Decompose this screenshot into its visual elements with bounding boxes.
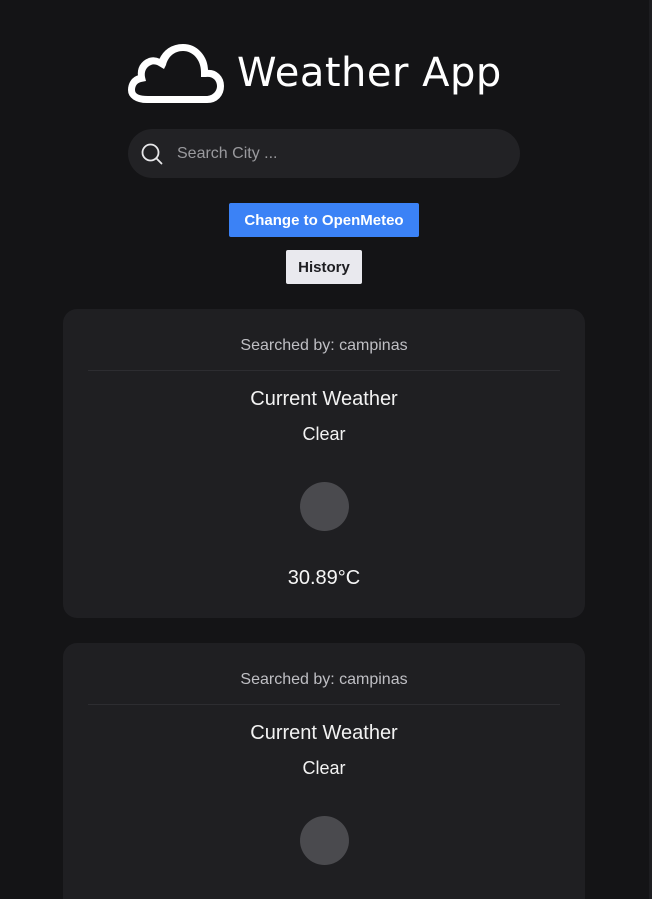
- searched-by-label: Searched by: campinas: [240, 337, 408, 354]
- card-divider: [88, 370, 560, 371]
- cloud-icon: [128, 44, 224, 103]
- weather-condition: Clear: [302, 758, 346, 778]
- weather-condition: Clear: [302, 424, 346, 444]
- card-heading: Current Weather: [250, 722, 398, 744]
- search-icon[interactable]: [141, 143, 163, 165]
- search-bar[interactable]: [128, 129, 520, 178]
- weather-condition-icon: [300, 482, 349, 531]
- history-button[interactable]: History: [286, 250, 362, 284]
- change-provider-button[interactable]: Change to OpenMeteo: [229, 203, 419, 237]
- weather-card: Searched by: campinas Current Weather Cl…: [63, 643, 585, 899]
- searched-by-label: Searched by: campinas: [240, 671, 408, 688]
- app-title: Weather App: [237, 50, 502, 96]
- app-header: Weather App: [127, 41, 502, 105]
- search-input[interactable]: [175, 143, 499, 164]
- weather-condition-icon: [300, 816, 349, 865]
- temperature: 30.89°C: [287, 567, 361, 589]
- card-divider: [88, 704, 560, 705]
- weather-card: Searched by: campinas Current Weather Cl…: [63, 309, 585, 618]
- card-heading: Current Weather: [250, 388, 398, 410]
